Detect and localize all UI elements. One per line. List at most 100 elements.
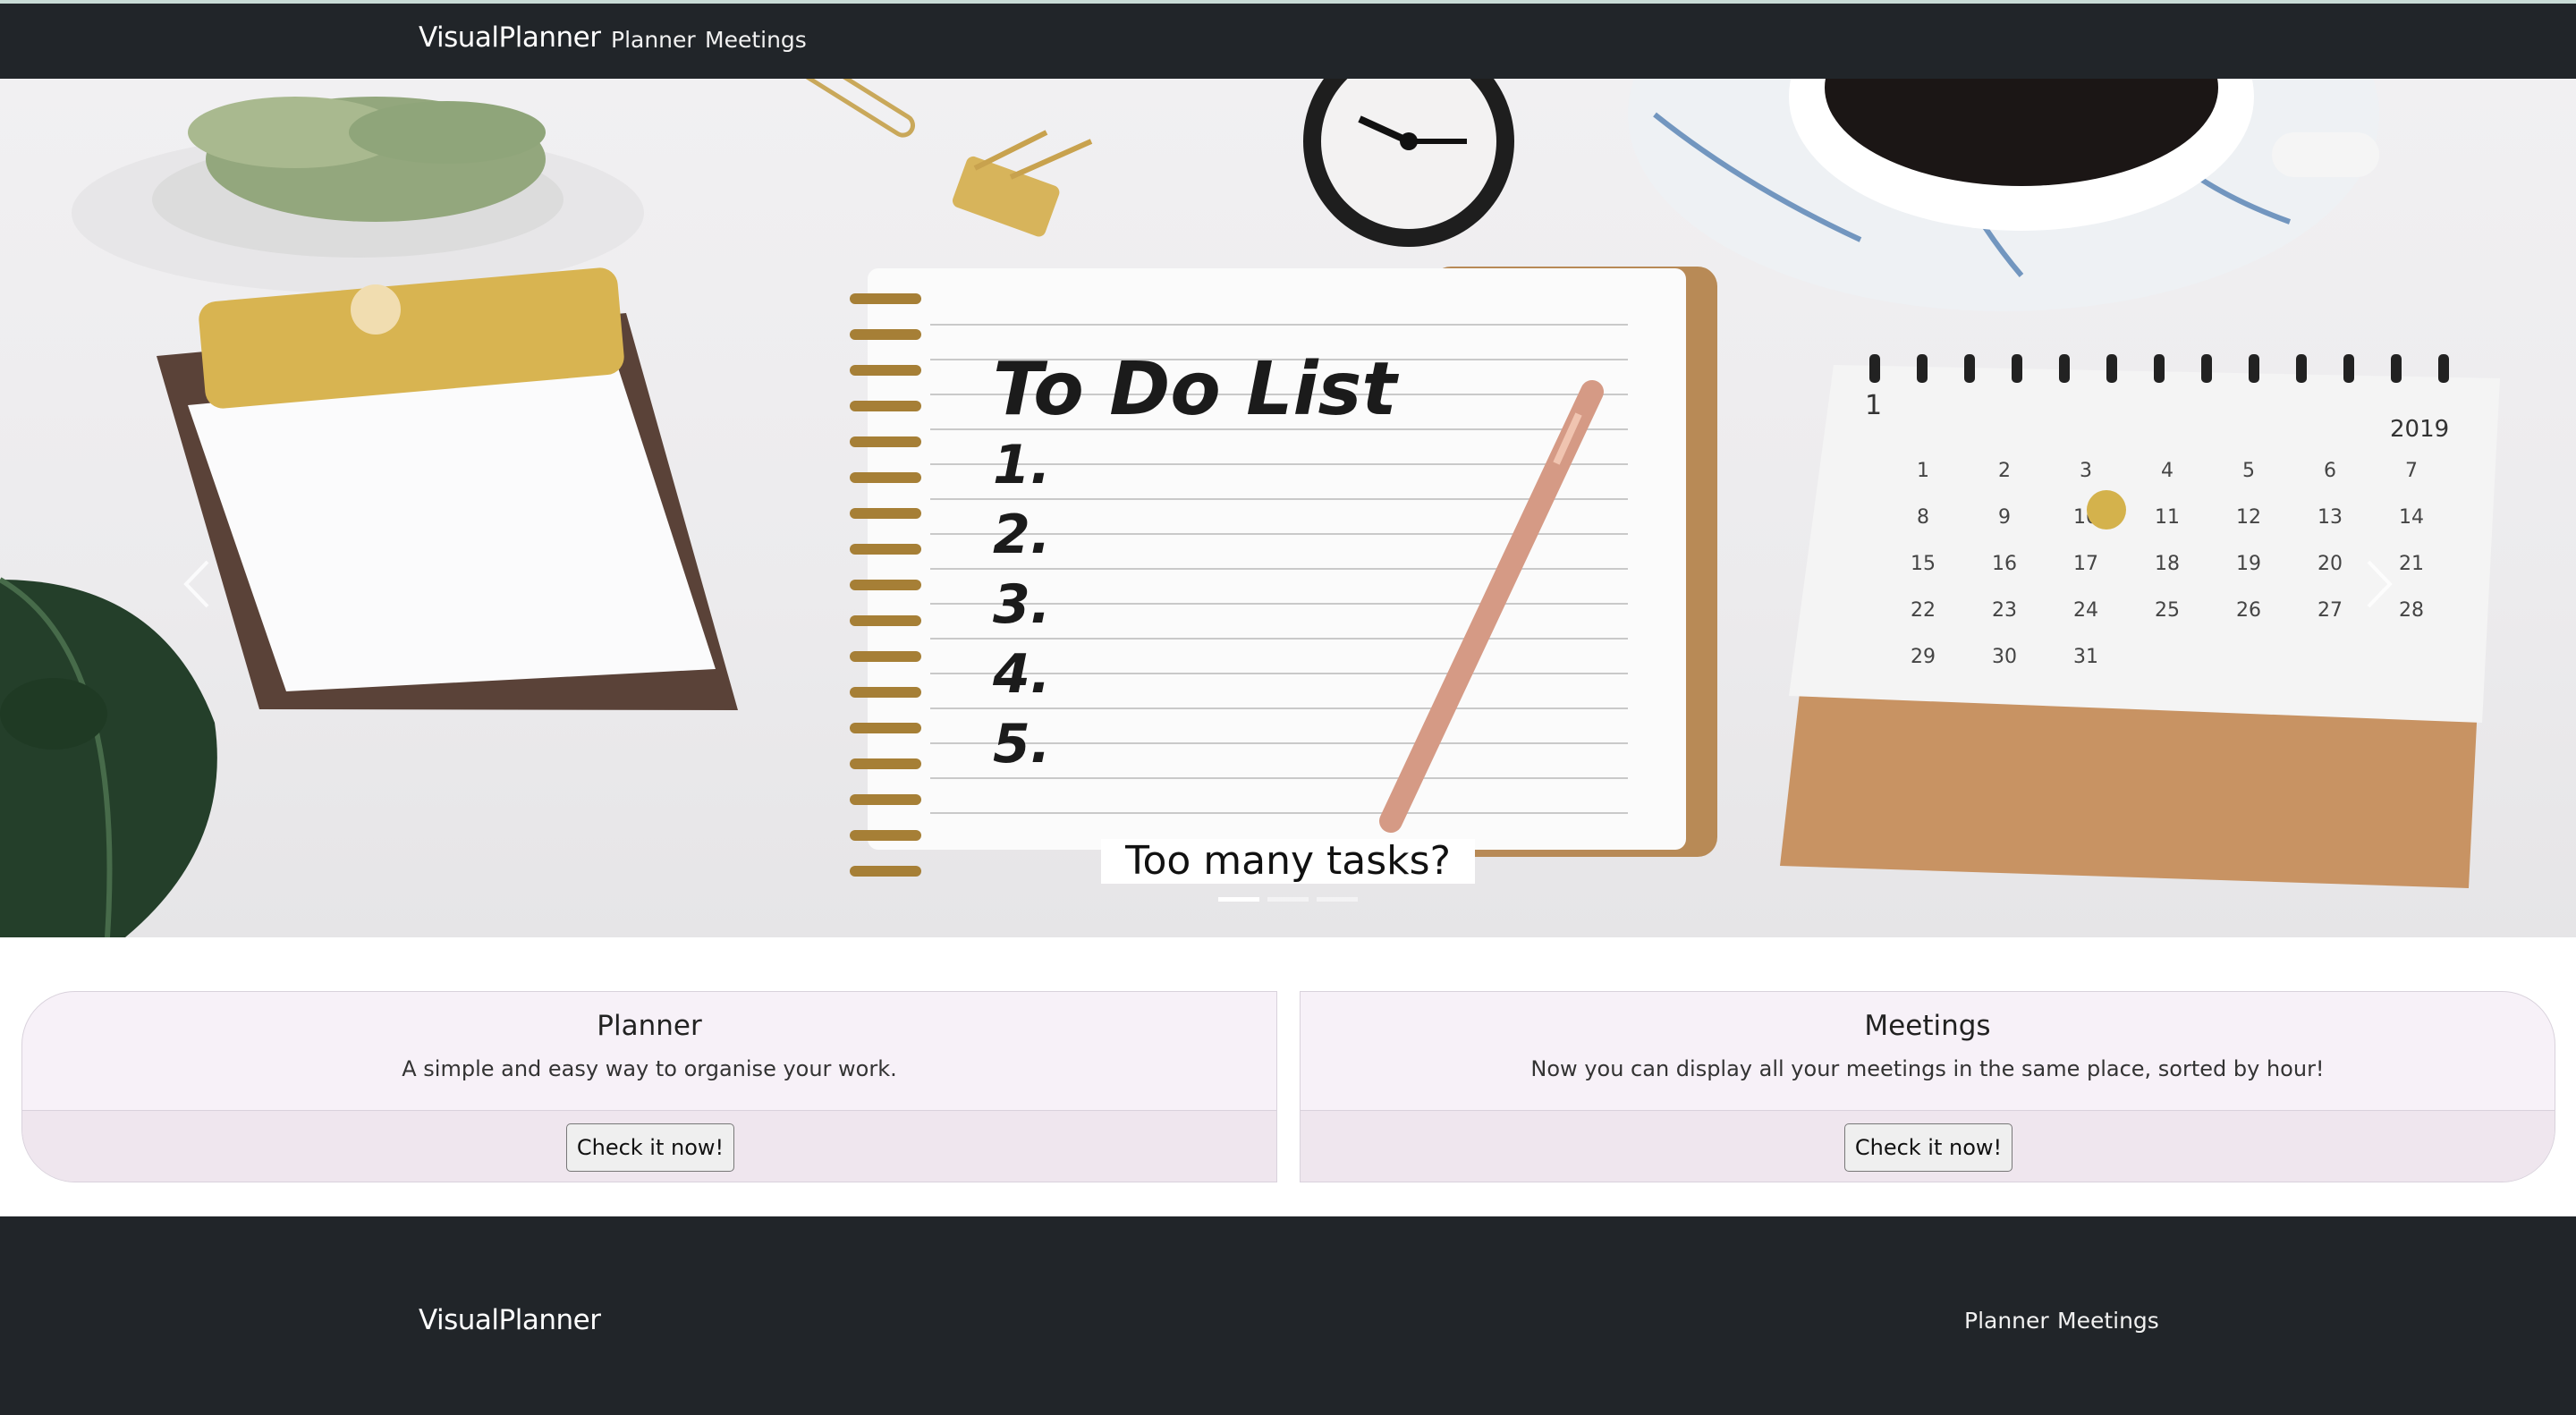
notebook-heading: To Do List (993, 347, 1399, 432)
calendar-day: 31 (2073, 646, 2098, 668)
spiral-ring (850, 329, 921, 340)
calendar-ring (2012, 354, 2022, 383)
top-navbar: VisualPlanner Planner Meetings (0, 0, 2576, 79)
chevron-right-icon (2367, 560, 2393, 608)
spiral-ring (850, 293, 921, 304)
calendar-day: 30 (1992, 646, 2017, 668)
footer-link-meetings[interactable]: Meetings (2057, 1308, 2159, 1334)
leaf-illustration (0, 577, 217, 937)
carousel-caption: Too many tasks? (1101, 839, 1475, 884)
calendar-ring (2343, 354, 2354, 383)
spiral-ring (850, 651, 921, 662)
planner-card: Planner A simple and easy way to organis… (21, 991, 1277, 1182)
carousel-indicators (1218, 897, 1361, 902)
calendar-day: 16 (1992, 553, 2017, 575)
calendar-ring (2438, 354, 2449, 383)
calendar-day: 7 (2405, 460, 2418, 482)
nav-link-planner[interactable]: Planner (611, 27, 696, 53)
spiral-ring (850, 508, 921, 519)
hero-image: To Do List 1. 2. 3. 4. 5. 1 2019 1234567… (0, 79, 2500, 937)
carousel-indicator-3[interactable] (1317, 897, 1358, 902)
chevron-left-icon (183, 560, 209, 608)
card-text-planner: A simple and easy way to organise your w… (402, 1056, 897, 1081)
calendar-day: 22 (1911, 599, 1936, 622)
coffee-cup-illustration (1628, 79, 2379, 311)
calendar-ring (1964, 354, 1975, 383)
nav-link-meetings[interactable]: Meetings (705, 27, 807, 53)
meetings-check-button[interactable]: Check it now! (1844, 1123, 2012, 1172)
spiral-ring (850, 401, 921, 411)
notebook-item-4: 4. (992, 643, 1051, 706)
card-text-meetings: Now you can display all your meetings in… (1530, 1056, 2325, 1081)
spiral-ring (850, 794, 921, 805)
meetings-card: Meetings Now you can display all your me… (1300, 991, 2555, 1182)
card-footer-planner: Check it now! (22, 1110, 1276, 1182)
calendar-day: 9 (1998, 506, 2011, 529)
footer-link-planner[interactable]: Planner (1964, 1308, 2049, 1334)
calendar-day: 19 (2236, 553, 2261, 575)
spiral-ring (850, 758, 921, 769)
spiral-ring (850, 866, 921, 877)
calendar-day: 25 (2155, 599, 2180, 622)
hero-carousel: To Do List 1. 2. 3. 4. 5. 1 2019 1234567… (0, 79, 2576, 937)
calendar-day: 13 (2318, 506, 2343, 529)
spiral-ring (850, 436, 921, 447)
calendar-day: 29 (1911, 646, 1936, 668)
calendar-day: 17 (2073, 553, 2098, 575)
calendar-day: 1 (1917, 460, 1929, 482)
spiral-ring (850, 830, 921, 841)
calendar-ring (2059, 354, 2070, 383)
calendar-ring (2249, 354, 2259, 383)
calendar-ring (1869, 354, 1880, 383)
spiral-ring (850, 365, 921, 376)
calendar-day: 27 (2318, 599, 2343, 622)
notebook-item-3: 3. (993, 573, 1051, 636)
calendar-ring (2391, 354, 2402, 383)
calendar-day: 6 (2324, 460, 2336, 482)
calendar-ring (2201, 354, 2212, 383)
paper-clip-illustration (801, 79, 1093, 237)
footer-brand[interactable]: VisualPlanner (419, 1304, 601, 1336)
calendar-ring (2106, 354, 2117, 383)
calendar-day: 20 (2318, 553, 2343, 575)
carousel-indicator-1[interactable] (1218, 897, 1259, 902)
notebook-illustration: To Do List 1. 2. 3. 4. 5. (850, 267, 1717, 877)
plant-illustration (72, 97, 644, 293)
calendar-year: 2019 (2390, 416, 2449, 443)
card-title-meetings: Meetings (1864, 1010, 1991, 1042)
calendar-day: 24 (2073, 599, 2098, 622)
page-footer: VisualPlanner Planner Meetings (0, 1216, 2576, 1415)
calendar-ring (2296, 354, 2307, 383)
calendar-day: 11 (2155, 506, 2180, 529)
spiral-ring (850, 580, 921, 590)
spiral-ring (850, 472, 921, 483)
calendar-ring (2154, 354, 2165, 383)
carousel-prev-control[interactable] (170, 544, 224, 624)
spiral-ring (850, 544, 921, 555)
card-title-planner: Planner (597, 1010, 702, 1042)
clipboard-illustration (157, 267, 738, 710)
calendar-day: 26 (2236, 599, 2261, 622)
notebook-item-5: 5. (993, 713, 1051, 775)
notebook-item-2: 2. (993, 504, 1051, 566)
calendar-day: 4 (2161, 460, 2174, 482)
card-footer-meetings: Check it now! (1301, 1110, 2555, 1182)
calendar-day: 12 (2236, 506, 2261, 529)
calendar-day: 2 (1998, 460, 2011, 482)
calendar-day: 3 (2080, 460, 2092, 482)
calendar-day: 14 (2399, 506, 2424, 529)
calendar-day: 15 (1911, 553, 1936, 575)
spiral-ring (850, 615, 921, 626)
planner-check-button[interactable]: Check it now! (566, 1123, 734, 1172)
calendar-day: 23 (1992, 599, 2017, 622)
clock-illustration (1303, 79, 1514, 247)
calendar-day: 8 (1917, 506, 1929, 529)
calendar-ring (1917, 354, 1928, 383)
notebook-item-1: 1. (993, 434, 1051, 496)
spiral-ring (850, 723, 921, 733)
carousel-next-control[interactable] (2352, 544, 2406, 624)
calendar-day: 18 (2155, 553, 2180, 575)
carousel-indicator-2[interactable] (1267, 897, 1309, 902)
spiral-ring (850, 687, 921, 698)
navbar-brand[interactable]: VisualPlanner (419, 21, 601, 54)
